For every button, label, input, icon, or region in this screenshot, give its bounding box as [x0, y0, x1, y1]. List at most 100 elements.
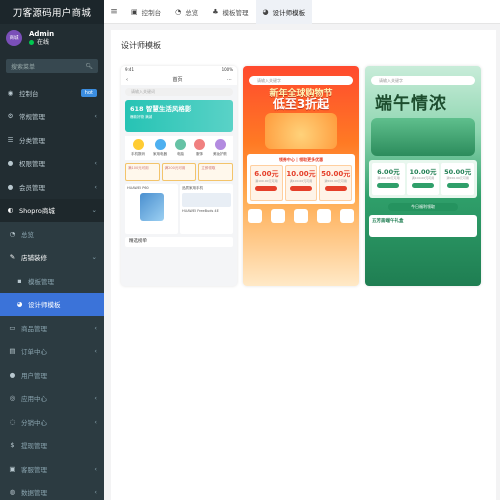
template-card-1[interactable]: 9:41 100% ‹ 首页 ⋯ 请输入关键词 618 智慧生活风格影 爆款好物… [121, 66, 237, 286]
preview-products: HUAWEI P60 品质家用手机 HUAWEI FreeBuds 4E [125, 184, 233, 234]
preview-nav: ‹ 首页 ⋯ [121, 74, 237, 85]
preview-tiles [243, 209, 359, 223]
search-icon[interactable]: 🔍︎ [85, 63, 93, 70]
category-label: 美妆护肤 [213, 152, 227, 156]
user-icon: ● [7, 182, 14, 191]
sidebar-item-label: 分类管理 [19, 136, 45, 145]
sidebar-item-category[interactable]: ☰ 分类管理 [0, 128, 104, 152]
preview-search: 请输入关键词 [125, 88, 233, 96]
tab-dashboard[interactable]: ▣ 控制台 [124, 0, 168, 24]
preview-search: 请输入关键字 [371, 76, 475, 85]
dashboard-icon: ◉ [7, 88, 14, 97]
data-icon: ◍ [9, 488, 16, 497]
coupon-center-title: 领券中心 | 领取更多优惠 [278, 157, 324, 162]
sidebar-item-order[interactable]: ▤ 订单中心 ‹ [0, 339, 104, 363]
coupon-desc: 满100.00元可用 [377, 176, 400, 180]
sidebar-item-template-manage[interactable]: ▪ 模板管理 [0, 269, 104, 293]
coupon-button [446, 183, 469, 188]
product-name: HUAWEI FreeBuds 4E [182, 209, 219, 213]
category-icon [175, 139, 186, 150]
group-icon: ● [7, 159, 14, 168]
user-name: Admin [29, 29, 55, 38]
sidebar-item-label: 会员管理 [19, 183, 45, 192]
sidebar-item-service[interactable]: ▣ 客服管理 ‹ [0, 457, 104, 481]
app-title[interactable]: 刀客源码用户商城 [0, 0, 104, 24]
menu-search-input[interactable]: 搜索菜单 [11, 62, 35, 71]
topbar: ≡ ▣ 控制台 ◔ 总览 ♣ 模板管理 ◕ 设计师模板 [104, 0, 500, 24]
sidebar-item-users[interactable]: ● 用户管理 [0, 363, 104, 387]
chevron-left-icon: ‹ [94, 182, 97, 191]
chevron-left-icon: ‹ [94, 112, 97, 121]
template-card-3[interactable]: 请输入关键字 端午情浓 6.00元 满100.00元可用 10.00元 满100.0… [365, 66, 481, 286]
tab-designer-template[interactable]: ◕ 设计师模板 [255, 0, 313, 24]
preview-headline: 端午情浓 [375, 94, 447, 114]
designer-icon: ◕ [16, 300, 23, 309]
coupon-button [255, 186, 278, 191]
preview-nav-title: 首页 [172, 77, 183, 83]
sidebar-item-shopro[interactable]: ◐ Shopro商城 ⌄ [0, 198, 104, 222]
tab-template-manage[interactable]: ♣ 模板管理 [205, 0, 255, 24]
menu-toggle-icon[interactable]: ≡ [104, 7, 124, 17]
sidebar-item-designer-template[interactable]: ◕ 设计师模板 [0, 292, 104, 316]
coupon-desc: 满100.00元可用 [255, 179, 278, 183]
sidebar-item-apps[interactable]: ◎ 应用中心 ‹ [0, 386, 104, 410]
preview-pill: 今日福利领取 [388, 203, 458, 211]
sidebar-item-label: 控制台 [19, 89, 39, 98]
category-label: 服饰 [196, 152, 203, 156]
coupon: 满100元可用 [125, 163, 160, 181]
sidebar-item-data[interactable]: ◍ 数据管理 ‹ [0, 480, 104, 500]
coupon-button [324, 186, 347, 191]
goods-icon: ▭ [9, 323, 16, 332]
list-icon: ☰ [7, 135, 14, 144]
sidebar-item-decorate[interactable]: ✎ 店铺装修 ⌄ [0, 245, 104, 269]
sidebar-item-label: 数据管理 [21, 489, 47, 498]
tile [270, 209, 285, 223]
preview-category-icons: 手机数码 家用电器 电脑 服饰 美妆护肤 [125, 136, 233, 160]
sidebar: 刀客源码用户商城 商城 Admin 在线 搜索菜单 🔍︎ ◉ 控制台 hot ⚙… [0, 0, 104, 500]
phone-status-bar: 9:41 100% [121, 66, 237, 74]
sidebar-item-label: 模板管理 [28, 277, 54, 286]
sidebar-menu: ◉ 控制台 hot ⚙ 常规管理 ‹ ☰ 分类管理 ● 权限管理 ‹ ● 会员管… [0, 81, 104, 500]
coupon-button [412, 183, 434, 188]
hot-badge: hot [80, 88, 97, 97]
sidebar-item-label: 商品管理 [21, 324, 47, 333]
sidebar-item-member[interactable]: ● 会员管理 ‹ [0, 175, 104, 199]
product-name: 品质家用手机 [182, 186, 203, 190]
coupon: 50.00元 满500.00元可用 [319, 165, 353, 201]
coupon: 10.00元 满100.00元可用 [406, 163, 440, 195]
chevron-left-icon: ‹ [94, 394, 97, 403]
sidebar-item-goods[interactable]: ▭ 商品管理 ‹ [0, 316, 104, 340]
phone-image [139, 193, 164, 221]
coupon: 满200元可用 [161, 163, 197, 181]
tab-overview[interactable]: ◔ 总览 [168, 0, 205, 24]
sidebar-item-label: 分销中心 [21, 418, 47, 427]
menu-search[interactable]: 搜索菜单 🔍︎ [6, 59, 98, 73]
category-item: 家用电器 [153, 139, 167, 157]
chevron-down-icon: ⌄ [91, 206, 97, 215]
sidebar-item-withdraw[interactable]: $ 提现管理 [0, 433, 104, 457]
template-card-2[interactable]: 请输入关键字 新年全球购物节 低至3折起 领券中心 | 领取更多优惠 6.00元… [243, 66, 359, 286]
order-icon: ▤ [9, 347, 16, 356]
coupon-value: 6.00元 [254, 170, 279, 178]
app-icon: ◎ [9, 394, 16, 403]
sidebar-item-distribution[interactable]: ◌ 分销中心 ‹ [0, 410, 104, 434]
sidebar-item-label: 设计师模板 [28, 301, 61, 310]
product-image [182, 193, 231, 207]
category-label: 电脑 [177, 152, 184, 156]
sidebar-item-auth[interactable]: ● 权限管理 ‹ [0, 152, 104, 176]
avatar[interactable]: 商城 [6, 30, 22, 46]
sidebar-item-label: 应用中心 [21, 395, 47, 404]
sidebar-item-overview[interactable]: ◔ 总览 [0, 222, 104, 246]
tab-label: 模板管理 [222, 8, 249, 17]
coupon-row: 6.00元 满100.00元可用 10.00元 满100.00元可用 50.00元满… [250, 165, 353, 201]
coupon-value: 6.00元 [377, 168, 400, 176]
sidebar-item-dashboard[interactable]: ◉ 控制台 hot [0, 81, 104, 105]
category-item: 美妆护肤 [213, 139, 227, 157]
coupon-value: 10.00元 [286, 170, 316, 178]
content-panel: 设计师模板 9:41 100% ‹ 首页 ⋯ 请输入关键词 618 智慧生活风格… [111, 30, 496, 500]
sidebar-item-label: 店铺装修 [21, 254, 47, 263]
sidebar-item-general[interactable]: ⚙ 常规管理 ‹ [0, 105, 104, 129]
dragon-boat-scene-image [371, 118, 475, 156]
coupon-value: 50.00元 [321, 170, 351, 178]
preview-coupons: 满100元可用 满200元可用 立即领取 [125, 163, 234, 181]
